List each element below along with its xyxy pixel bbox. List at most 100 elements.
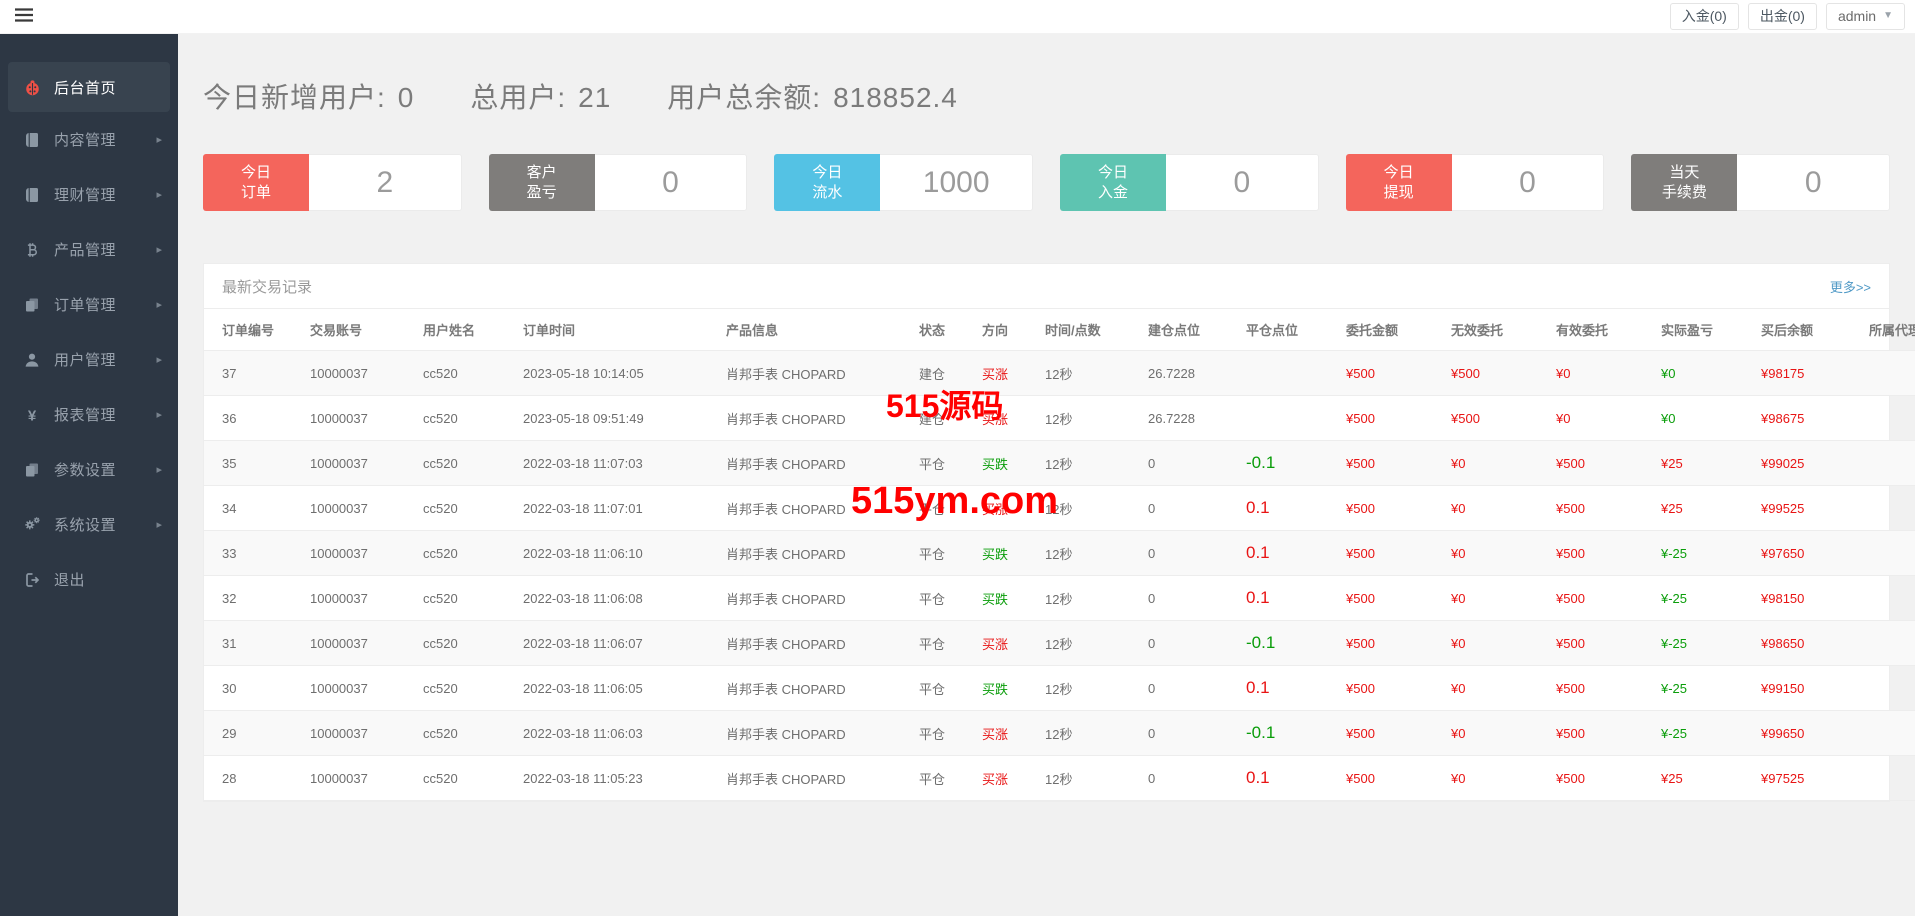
cell-username: cc520 [419, 530, 519, 576]
cell-order-time: 2023-05-18 10:14:05 [519, 350, 722, 396]
sidebar-item-label: 理财管理 [54, 187, 117, 204]
cell-direction: 买涨 [978, 485, 1041, 531]
cell-direction: 买跌 [978, 530, 1041, 576]
cell-invalid-entrust: ¥0 [1447, 755, 1552, 801]
col-status: 状态 [915, 309, 978, 351]
cell-account: 10000037 [306, 620, 419, 666]
table-header-row: 订单编号 交易账号 用户姓名 订单时间 产品信息 状态 方向 时间/点数 建仓点位 平仓点位 委托金… [204, 309, 1915, 351]
cell-actual-pnl: ¥25 [1657, 755, 1757, 801]
cell-entrust-amount: ¥500 [1342, 620, 1447, 666]
cell-open-point: 0 [1144, 440, 1242, 486]
caret-down-icon: ▼ [1883, 10, 1893, 22]
cell-time-points: 12秒 [1041, 665, 1144, 711]
latest-trades-panel: 最新交易记录 更多>> 订单编号 交易账号 用户姓名 订单时间 产品信息 状态 方向 时间/点… [203, 263, 1915, 802]
cell-entrust-amount: ¥500 [1342, 710, 1447, 756]
sidebar-item-home[interactable]: 后台首页 [8, 62, 170, 112]
admin-username: admin [1837, 8, 1877, 25]
sidebar-item-finance[interactable]: 理财管理 ▸ [0, 167, 178, 222]
chevron-right-icon: ▸ [156, 134, 162, 146]
sidebar-toggle-button[interactable] [10, 4, 38, 30]
cell-entrust-amount: ¥500 [1342, 395, 1447, 441]
cell-close-point [1242, 350, 1342, 396]
cell-agent [1865, 665, 1915, 711]
cell-balance-after: ¥98175 [1757, 350, 1865, 396]
card-today-orders: 今日 订单 2 [203, 154, 462, 211]
cell-actual-pnl: ¥-25 [1657, 575, 1757, 621]
card-label: 客户 盈亏 [488, 154, 595, 211]
card-today-fee: 当天 手续费 0 [1631, 154, 1891, 211]
dashboard-icon [22, 79, 42, 96]
more-link[interactable]: 更多>> [1830, 277, 1871, 296]
logout-icon [22, 572, 42, 588]
chevron-right-icon: ▸ [156, 519, 162, 531]
cell-valid-entrust: ¥500 [1552, 440, 1657, 486]
sidebar-item-system[interactable]: 系统设置 ▸ [0, 497, 178, 552]
cell-account: 10000037 [306, 575, 419, 621]
cell-open-point: 0 [1144, 755, 1242, 801]
cell-close-point: -0.1 [1242, 710, 1342, 756]
cell-product: 肖邦手表 CHOPARD [722, 530, 915, 576]
cell-open-point: 26.7228 [1144, 395, 1242, 441]
sidebar-item-logout[interactable]: 退出 [0, 552, 178, 607]
cell-close-point: 0.1 [1242, 530, 1342, 576]
cell-entrust-amount: ¥500 [1342, 485, 1447, 531]
cell-product: 肖邦手表 CHOPARD [722, 710, 915, 756]
cell-invalid-entrust: ¥500 [1447, 350, 1552, 396]
sidebar-item-user[interactable]: 用户管理 ▸ [0, 332, 178, 387]
sidebar-item-content[interactable]: 内容管理 ▸ [0, 112, 178, 167]
sidebar-item-label: 用户管理 [54, 352, 117, 369]
cell-invalid-entrust: ¥0 [1447, 530, 1552, 576]
sidebar-item-params[interactable]: 参数设置 ▸ [0, 442, 178, 497]
cell-balance-after: ¥98675 [1757, 395, 1865, 441]
table-row: 35 10000037 cc520 2022-03-18 11:07:03 肖邦手表 C… [204, 440, 1915, 486]
sidebar-item-label: 后台首页 [54, 79, 117, 97]
col-balance-after: 买后余额 [1757, 309, 1865, 351]
sidebar-item-order[interactable]: 订单管理 ▸ [0, 277, 178, 332]
card-customer-pnl: 客户 盈亏 0 [488, 154, 748, 211]
stat-total-users: 总用户: 21 [470, 76, 611, 116]
table-row: 31 10000037 cc520 2022-03-18 11:06:07 肖邦手表 C… [204, 620, 1915, 666]
cell-valid-entrust: ¥500 [1552, 575, 1657, 621]
cell-invalid-entrust: ¥0 [1447, 440, 1552, 486]
cell-direction: 买跌 [978, 665, 1041, 711]
cell-balance-after: ¥99150 [1757, 665, 1865, 711]
cell-direction: 买涨 [978, 755, 1041, 801]
cell-actual-pnl: ¥0 [1657, 395, 1757, 441]
cell-invalid-entrust: ¥0 [1447, 665, 1552, 711]
cell-status: 平仓 [915, 575, 978, 621]
deposit-button[interactable]: 入金(0) [1669, 3, 1739, 30]
col-entrust-amount: 委托金额 [1342, 309, 1447, 351]
cell-order-time: 2022-03-18 11:05:23 [519, 755, 722, 801]
sidebar-item-product[interactable]: 产品管理 ▸ [0, 222, 178, 277]
stat-value: 818852.4 [833, 82, 958, 113]
cell-account: 10000037 [306, 440, 419, 486]
cell-close-point: 0.1 [1242, 485, 1342, 531]
sidebar-menu: 后台首页 内容管理 ▸ 理财管理 ▸ 产品管理 ▸ 订单管理 ▸ 用户管理 ▸ ¥ 报表管理 ▸ 参数设置 ▸… [0, 33, 178, 607]
cell-actual-pnl: ¥-25 [1657, 530, 1757, 576]
admin-menu[interactable]: admin ▼ [1825, 3, 1905, 30]
cell-time-points: 12秒 [1041, 755, 1144, 801]
sidebar-item-label: 订单管理 [54, 297, 117, 314]
cell-time-points: 12秒 [1041, 350, 1144, 396]
cell-order-time: 2022-03-18 11:06:03 [519, 710, 722, 756]
stat-new-users-today: 今日新增用户: 0 [203, 76, 414, 116]
card-value: 0 [1737, 154, 1891, 211]
card-label: 今日 入金 [1060, 154, 1167, 211]
cell-product: 肖邦手表 CHOPARD [722, 395, 915, 441]
topbar-actions: 入金(0) 出金(0) admin ▼ [1669, 3, 1905, 30]
cell-time-points: 12秒 [1041, 620, 1144, 666]
cell-order-no: 33 [204, 530, 306, 576]
cell-order-time: 2022-03-18 11:06:07 [519, 620, 722, 666]
card-label: 今日 提现 [1345, 154, 1452, 211]
stat-total-balance: 用户总余额: 818852.4 [667, 76, 958, 116]
cell-invalid-entrust: ¥500 [1447, 395, 1552, 441]
sidebar-item-label: 退出 [54, 572, 86, 589]
chevron-right-icon: ▸ [156, 299, 162, 311]
table-row: 33 10000037 cc520 2022-03-18 11:06:10 肖邦手表 C… [204, 530, 1915, 576]
chevron-right-icon: ▸ [156, 189, 162, 201]
cell-order-no: 35 [204, 440, 306, 486]
sidebar-item-report[interactable]: ¥ 报表管理 ▸ [0, 387, 178, 442]
stat-value: 21 [578, 82, 612, 113]
cell-product: 肖邦手表 CHOPARD [722, 485, 915, 531]
withdraw-button[interactable]: 出金(0) [1747, 3, 1817, 30]
